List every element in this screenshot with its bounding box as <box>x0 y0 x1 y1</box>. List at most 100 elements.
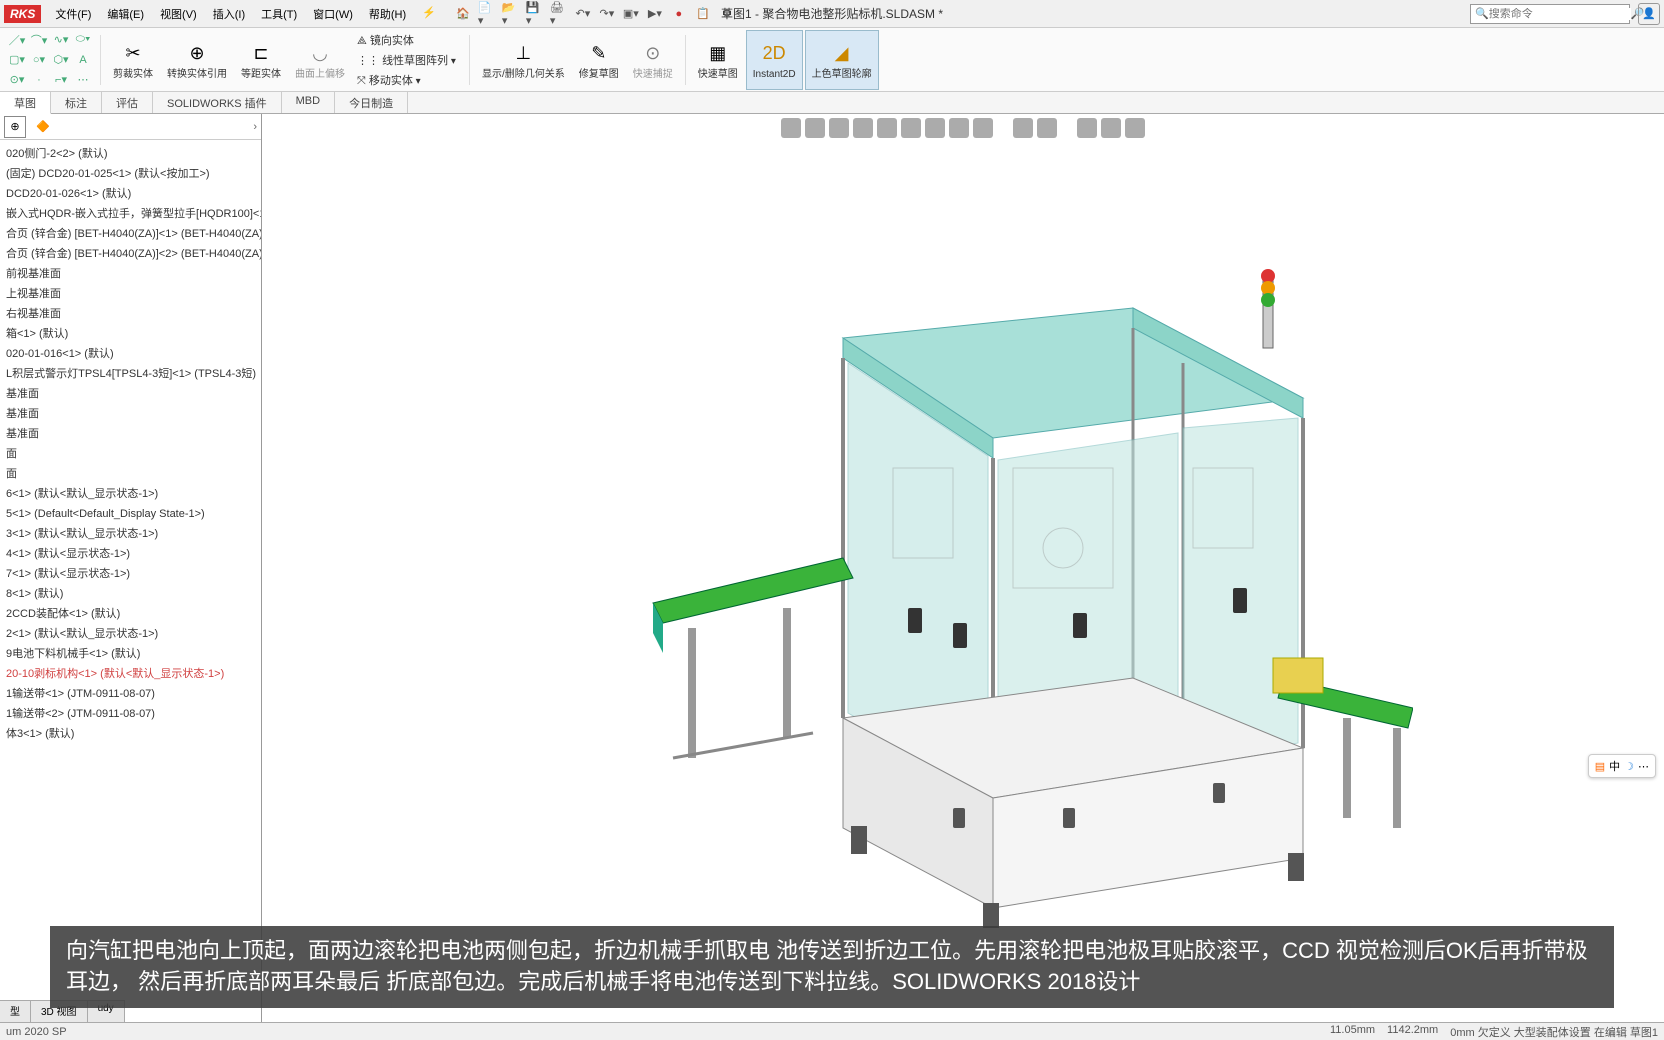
tree-item[interactable]: 体3<1> (默认) <box>2 724 259 744</box>
point-icon[interactable]: · <box>30 71 48 89</box>
poly-icon[interactable]: ⬡▾ <box>52 51 70 69</box>
undo-icon[interactable]: ↶▾ <box>574 5 592 23</box>
select-icon[interactable]: ▣▾ <box>622 5 640 23</box>
tree-item[interactable]: 5<1> (Default<Default_Display State-1>) <box>2 504 259 524</box>
line-icon[interactable]: ／▾ <box>8 31 26 49</box>
circle-icon[interactable]: ○▾ <box>30 51 48 69</box>
vp-tool-9[interactable] <box>973 118 993 138</box>
tree-item[interactable]: L积层式警示灯TPSL4[TPSL4-3短]<1> (TPSL4-3短) <box>2 364 259 384</box>
tree-item[interactable]: 合页 (锌合金) [BET-H4040(ZA)]<2> (BET-H4040(Z… <box>2 244 259 264</box>
search-input[interactable] <box>1489 8 1631 20</box>
menu-help[interactable]: 帮助(H) <box>363 3 412 25</box>
user-icon[interactable]: 👤 <box>1638 3 1660 25</box>
tree-item[interactable]: 1输送带<2> (JTM-0911-08-07) <box>2 704 259 724</box>
vp-tool-12[interactable] <box>1077 118 1097 138</box>
move-text[interactable]: ⤧ 移动实体 ▾ <box>355 71 461 89</box>
ime-more-icon[interactable]: ⋯ <box>1638 760 1649 773</box>
mirror-text[interactable]: ⟁ 镜向实体 <box>355 31 461 49</box>
spline-icon[interactable]: ∿▾ <box>52 31 70 49</box>
convert-button[interactable]: ⊕转换实体引用 <box>161 30 233 90</box>
tree-item[interactable]: 020侧门-2<2> (默认) <box>2 144 259 164</box>
slot-icon[interactable]: ⊙▾ <box>8 71 26 89</box>
tab-sketch[interactable]: 草图 <box>0 92 51 114</box>
tree-item[interactable]: 020-01-016<1> (默认) <box>2 344 259 364</box>
vp-tool-8[interactable] <box>949 118 969 138</box>
vp-tool-2[interactable] <box>805 118 825 138</box>
menu-edit[interactable]: 编辑(E) <box>101 3 150 25</box>
tree-item[interactable]: 合页 (锌合金) [BET-H4040(ZA)]<1> (BET-H4040(Z… <box>2 224 259 244</box>
tree-item[interactable]: 基准面 <box>2 424 259 444</box>
tree-item[interactable]: DCD20-01-026<1> (默认) <box>2 184 259 204</box>
search-box[interactable]: 🔍 🔎 <box>1470 4 1630 24</box>
menu-view[interactable]: 视图(V) <box>154 3 203 25</box>
tree-item[interactable]: 箱<1> (默认) <box>2 324 259 344</box>
text-icon[interactable]: A <box>74 51 92 69</box>
tree-item[interactable]: 上视基准面 <box>2 284 259 304</box>
tree-item[interactable]: 面 <box>2 444 259 464</box>
ellipse-icon[interactable]: ⬭▾ <box>74 31 92 49</box>
vp-tool-7[interactable] <box>925 118 945 138</box>
signal-icon[interactable]: ● <box>670 5 688 23</box>
vp-tool-14[interactable] <box>1125 118 1145 138</box>
tab-addins[interactable]: SOLIDWORKS 插件 <box>153 92 282 113</box>
cursor-icon[interactable]: ▶▾ <box>646 5 664 23</box>
instant2d-button[interactable]: 2DInstant2D <box>746 30 803 90</box>
tree-item[interactable]: 嵌入式HQDR-嵌入式拉手，弹簧型拉手[HQDR100]<1> <box>2 204 259 224</box>
ime-moon-icon[interactable]: ☽ <box>1624 760 1634 773</box>
save-icon[interactable]: 💾▾ <box>526 5 544 23</box>
new-icon[interactable]: 📄▾ <box>478 5 496 23</box>
vp-tool-5[interactable] <box>877 118 897 138</box>
open-icon[interactable]: 📂▾ <box>502 5 520 23</box>
tree-item[interactable]: 2CCD装配体<1> (默认) <box>2 604 259 624</box>
btm-tab-model[interactable]: 型 <box>0 1001 31 1022</box>
surface-offset-button[interactable]: ◡曲面上偏移 <box>289 30 351 90</box>
3d-viewport[interactable]: ▤ 中 ☽ ⋯ <box>262 114 1664 1022</box>
tree-item[interactable]: 3<1> (默认<默认_显示状态-1>) <box>2 524 259 544</box>
repair-button[interactable]: ✎修复草图 <box>573 30 625 90</box>
trim-button[interactable]: ✂剪裁实体 <box>107 30 159 90</box>
vp-tool-3[interactable] <box>829 118 849 138</box>
fillet-icon[interactable]: ⌐▾ <box>52 71 70 89</box>
tree-item[interactable]: 8<1> (默认) <box>2 584 259 604</box>
arc-icon[interactable]: ⌒▾ <box>30 31 48 49</box>
tree-item[interactable]: 右视基准面 <box>2 304 259 324</box>
tree-item[interactable]: 前视基准面 <box>2 264 259 284</box>
menu-insert[interactable]: 插入(I) <box>207 3 251 25</box>
tree-item[interactable]: 基准面 <box>2 384 259 404</box>
print-icon[interactable]: 🖨▾ <box>550 5 568 23</box>
vp-tool-10[interactable] <box>1013 118 1033 138</box>
vp-tool-11[interactable] <box>1037 118 1057 138</box>
tree-item[interactable]: 7<1> (默认<显示状态-1>) <box>2 564 259 584</box>
tab-evaluate[interactable]: 评估 <box>102 92 153 113</box>
tree-item[interactable]: 4<1> (默认<显示状态-1>) <box>2 544 259 564</box>
config-tab-icon[interactable]: 🔶 <box>32 116 54 138</box>
tree-item[interactable]: (固定) DCD20-01-025<1> (默认<按加工>) <box>2 164 259 184</box>
offset-button[interactable]: ⊏等距实体 <box>235 30 287 90</box>
chevron-right-icon[interactable]: › <box>253 121 257 133</box>
tree-item[interactable]: 9电池下料机械手<1> (默认) <box>2 644 259 664</box>
vp-tool-13[interactable] <box>1101 118 1121 138</box>
vp-tool-4[interactable] <box>853 118 873 138</box>
menu-star[interactable]: ⚡ <box>416 3 442 25</box>
vp-tool-6[interactable] <box>901 118 921 138</box>
tree-item[interactable]: 6<1> (默认<默认_显示状态-1>) <box>2 484 259 504</box>
ime-lang[interactable]: 中 <box>1609 758 1620 774</box>
shade-button[interactable]: ◢上色草图轮廓 <box>805 30 879 90</box>
more-icon[interactable]: ⋯ <box>74 71 92 89</box>
tree-item[interactable]: 1输送带<1> (JTM-0911-08-07) <box>2 684 259 704</box>
quick-sketch-button[interactable]: ▦快速草图 <box>692 30 744 90</box>
tab-mbd[interactable]: MBD <box>282 92 335 113</box>
linear-pattern-text[interactable]: ⋮⋮ 线性草图阵列 ▾ <box>355 51 461 69</box>
tree-item[interactable]: 20-10剥标机构<1> (默认<默认_显示状态-1>) <box>2 664 259 684</box>
redo-icon[interactable]: ↷▾ <box>598 5 616 23</box>
tab-annotate[interactable]: 标注 <box>51 92 102 113</box>
tree-item[interactable]: 面 <box>2 464 259 484</box>
tree-item[interactable]: 基准面 <box>2 404 259 424</box>
tree-item[interactable]: 2<1> (默认<默认_显示状态-1>) <box>2 624 259 644</box>
menu-tools[interactable]: 工具(T) <box>255 3 303 25</box>
home-icon[interactable]: 🏠 <box>454 5 472 23</box>
feature-tree[interactable]: 020侧门-2<2> (默认)(固定) DCD20-01-025<1> (默认<… <box>0 140 261 1022</box>
list-icon[interactable]: 📋 <box>694 5 712 23</box>
rect-icon[interactable]: ▢▾ <box>8 51 26 69</box>
ime-widget[interactable]: ▤ 中 ☽ ⋯ <box>1588 754 1656 778</box>
